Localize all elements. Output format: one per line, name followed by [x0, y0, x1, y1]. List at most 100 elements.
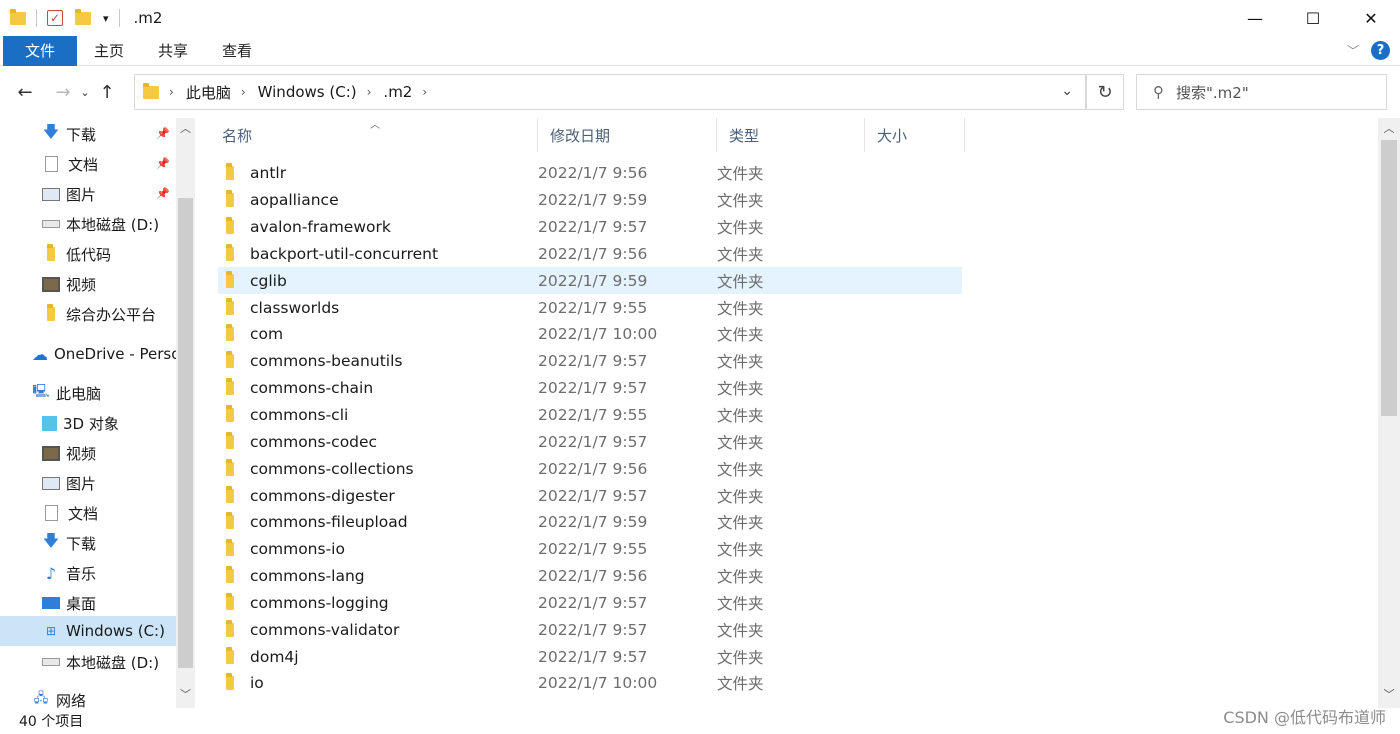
file-row[interactable]: commons-fileupload 2022/1/7 9:59 文件夹 [218, 509, 962, 536]
file-row[interactable]: aopalliance 2022/1/7 9:59 文件夹 [218, 187, 962, 214]
breadcrumb-windows-c[interactable]: Windows (C:) [258, 83, 357, 101]
sidebar-item-drive-d-quick[interactable]: 本地磁盘 (D:) [0, 209, 176, 239]
file-name-cell[interactable]: avalon-framework [218, 217, 538, 236]
file-row[interactable]: backport-util-concurrent 2022/1/7 9:56 文件夹 [218, 241, 962, 268]
tab-view[interactable]: 查看 [205, 36, 269, 66]
pin-icon[interactable]: 📌 [156, 127, 170, 140]
sidebar-item-office-platform[interactable]: 综合办公平台 [0, 299, 176, 329]
breadcrumb-separator-icon[interactable]: › [422, 85, 427, 99]
file-row[interactable]: classworlds 2022/1/7 9:55 文件夹 [218, 294, 962, 321]
file-row[interactable]: commons-collections 2022/1/7 9:56 文件夹 [218, 455, 962, 482]
file-name-cell[interactable]: commons-collections [218, 458, 538, 478]
file-row[interactable]: commons-chain 2022/1/7 9:57 文件夹 [218, 375, 962, 402]
properties-checkbox-icon[interactable]: ✓ [47, 10, 63, 26]
sidebar-item-pictures-quick[interactable]: 图片 📌 [0, 179, 176, 209]
file-name-cell[interactable]: classworlds [218, 297, 538, 317]
sidebar-item-music[interactable]: ♪ 音乐 [0, 558, 176, 588]
file-row[interactable]: commons-logging 2022/1/7 9:57 文件夹 [218, 590, 962, 617]
address-history-chevron-icon[interactable]: ⌄ [1061, 83, 1073, 99]
sidebar-scrollbar[interactable]: ︿ ﹀ [176, 118, 195, 708]
file-name-cell[interactable]: commons-io [218, 539, 538, 558]
sidebar-item-pictures[interactable]: 图片 [0, 468, 176, 498]
file-name-cell[interactable]: aopalliance [218, 190, 538, 209]
file-row[interactable]: avalon-framework 2022/1/7 9:57 文件夹 [218, 214, 962, 241]
scroll-down-chevron-icon[interactable]: ﹀ [1378, 686, 1400, 704]
pin-icon[interactable]: 📌 [156, 157, 170, 170]
file-name-cell[interactable]: commons-logging [218, 592, 538, 612]
refresh-button[interactable]: ↻ [1086, 74, 1124, 110]
help-button[interactable]: ? [1371, 41, 1390, 60]
expand-ribbon-chevron-icon[interactable]: ﹀ [1347, 42, 1359, 59]
sidebar-item-documents[interactable]: 文档 [0, 498, 176, 528]
sidebar-item-network[interactable]: 🖧 网络 [0, 685, 176, 708]
file-name-cell[interactable]: commons-digester [218, 485, 538, 505]
sidebar-item-lowcode[interactable]: 低代码 [0, 239, 176, 269]
pin-icon[interactable]: 📌 [156, 187, 170, 200]
tab-file[interactable]: 文件 [3, 35, 78, 66]
file-name-cell[interactable]: commons-chain [218, 378, 538, 397]
scroll-up-chevron-icon[interactable]: ︿ [1378, 120, 1400, 138]
tab-home[interactable]: 主页 [77, 36, 141, 66]
maximize-button[interactable]: ☐ [1284, 0, 1342, 36]
file-row[interactable]: dom4j 2022/1/7 9:57 文件夹 [218, 643, 962, 670]
column-size-header[interactable]: 大小 [865, 118, 965, 152]
scrollbar-thumb[interactable] [1381, 140, 1397, 416]
new-folder-icon[interactable] [75, 8, 91, 25]
scroll-down-chevron-icon[interactable]: ﹀ [176, 686, 195, 704]
address-bar[interactable]: › 此电脑 › Windows (C:) › .m2 › ⌄ [134, 74, 1086, 110]
scroll-up-chevron-icon[interactable]: ︿ [176, 120, 195, 138]
forward-arrow-icon[interactable]: → [50, 82, 76, 103]
file-row[interactable]: antlr 2022/1/7 9:56 文件夹 [218, 160, 962, 187]
file-name-cell[interactable]: com [218, 324, 538, 343]
file-row[interactable]: commons-io 2022/1/7 9:55 文件夹 [218, 536, 962, 563]
file-row[interactable]: commons-codec 2022/1/7 9:57 文件夹 [218, 428, 962, 455]
file-row[interactable]: commons-cli 2022/1/7 9:55 文件夹 [218, 402, 962, 429]
file-name-cell[interactable]: commons-fileupload [218, 512, 538, 531]
recent-locations-chevron-icon[interactable]: ⌄ [76, 86, 94, 99]
file-row[interactable]: commons-lang 2022/1/7 9:56 文件夹 [218, 563, 962, 590]
up-arrow-icon[interactable]: ↑ [94, 82, 120, 103]
breadcrumb-separator-icon[interactable]: › [169, 85, 174, 99]
file-name-cell[interactable]: antlr [218, 163, 538, 182]
file-name-cell[interactable]: commons-codec [218, 431, 538, 451]
file-list-scrollbar[interactable]: ︿ ﹀ [1378, 118, 1400, 708]
sidebar-item-desktop[interactable]: 桌面 [0, 588, 176, 618]
column-name-header[interactable]: ︿ 名称 [210, 118, 538, 152]
file-row[interactable]: cglib 2022/1/7 9:59 文件夹 [218, 267, 962, 295]
file-name-cell[interactable]: commons-lang [218, 566, 538, 585]
sidebar-item-3d-objects[interactable]: 3D 对象 [0, 408, 176, 438]
sidebar-item-onedrive[interactable]: ☁ OneDrive - Personal [0, 339, 176, 369]
file-row[interactable]: commons-digester 2022/1/7 9:57 文件夹 [218, 482, 962, 509]
breadcrumb-m2[interactable]: .m2 [383, 83, 412, 101]
sidebar-item-downloads-quick[interactable]: 🡇 下载 📌 [0, 119, 176, 149]
file-row[interactable]: commons-beanutils 2022/1/7 9:57 文件夹 [218, 348, 962, 375]
customize-toolbar-dropdown-icon[interactable]: ▾ [103, 12, 109, 25]
file-name-cell[interactable]: backport-util-concurrent [218, 243, 538, 263]
minimize-button[interactable]: — [1226, 0, 1284, 36]
sidebar-item-documents-quick[interactable]: 文档 📌 [0, 149, 176, 179]
file-row[interactable]: commons-validator 2022/1/7 9:57 文件夹 [218, 616, 962, 643]
sidebar-item-windows-c[interactable]: ⊞ Windows (C:) [0, 616, 176, 646]
tab-share[interactable]: 共享 [141, 36, 205, 66]
breadcrumb-separator-icon[interactable]: › [241, 85, 246, 99]
back-arrow-icon[interactable]: ← [12, 82, 38, 103]
column-type-header[interactable]: 类型 [717, 118, 865, 152]
breadcrumb-this-pc[interactable]: 此电脑 [186, 82, 231, 103]
file-name-cell[interactable]: dom4j [218, 646, 538, 666]
sidebar-item-this-pc[interactable]: 🖳 此电脑 [0, 378, 176, 408]
column-date-header[interactable]: 修改日期 [538, 118, 717, 152]
file-name-cell[interactable]: cglib [218, 270, 538, 290]
search-box[interactable]: ⚲ 搜索".m2" [1136, 74, 1387, 110]
file-name-cell[interactable]: commons-validator [218, 619, 538, 639]
close-button[interactable]: ✕ [1342, 0, 1400, 36]
file-name-cell[interactable]: io [218, 673, 538, 692]
sidebar-item-drive-d[interactable]: 本地磁盘 (D:) [0, 647, 176, 677]
sidebar-item-videos[interactable]: 视频 [0, 438, 176, 468]
sidebar-item-videos-quick[interactable]: 视频 [0, 269, 176, 299]
sidebar-item-downloads[interactable]: 🡇 下载 [0, 528, 176, 558]
file-name-cell[interactable]: commons-beanutils [218, 351, 538, 370]
breadcrumb-separator-icon[interactable]: › [367, 85, 372, 99]
file-row[interactable]: io 2022/1/7 10:00 文件夹 [218, 670, 962, 697]
scrollbar-thumb[interactable] [178, 198, 193, 668]
file-name-cell[interactable]: commons-cli [218, 405, 538, 424]
